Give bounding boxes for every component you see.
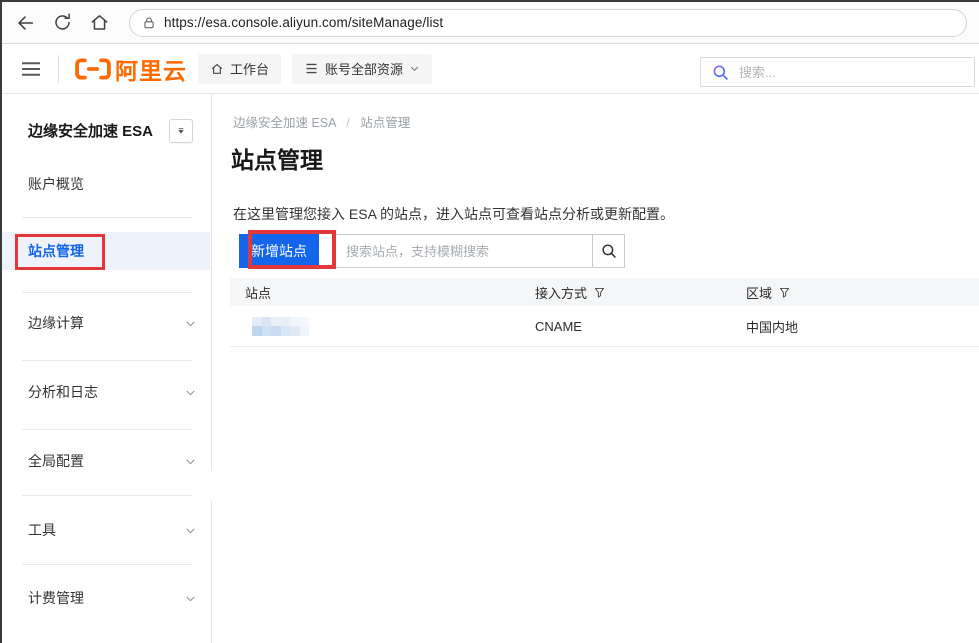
chevron-down-icon <box>184 386 197 399</box>
aliyun-logo-text: 阿里云 <box>115 52 187 86</box>
main-content: 边缘安全加速 ESA / 站点管理 站点管理 在这里管理您接入 ESA 的站点，… <box>212 94 979 643</box>
divider <box>22 495 192 496</box>
divider <box>22 564 192 565</box>
home-icon[interactable] <box>86 10 112 36</box>
back-icon[interactable] <box>12 10 38 36</box>
global-search-box[interactable] <box>700 57 975 87</box>
divider <box>22 217 192 218</box>
account-resources-label: 账号全部资源 <box>325 59 403 78</box>
sidebar-item-site-manage[interactable]: 站点管理 <box>2 232 210 270</box>
page-description: 在这里管理您接入 ESA 的站点，进入站点可查看站点分析或更新配置。 <box>233 204 674 224</box>
page-title: 站点管理 <box>231 141 323 175</box>
sidebar-group-label: 全局配置 <box>28 451 84 471</box>
column-header-region[interactable]: 区域 <box>731 283 979 302</box>
sidebar-group-label: 边缘计算 <box>28 313 84 333</box>
product-switcher-button[interactable] <box>169 119 193 143</box>
sidebar-group-label: 分析和日志 <box>28 382 98 402</box>
chevron-down-icon <box>184 524 197 537</box>
chevron-down-icon <box>184 455 197 468</box>
breadcrumb: 边缘安全加速 ESA / 站点管理 <box>233 112 410 131</box>
global-search-input[interactable] <box>739 65 964 80</box>
hamburger-menu-icon[interactable] <box>18 56 44 82</box>
chevron-down-icon <box>184 317 197 330</box>
url-text: https://esa.console.aliyun.com/siteManag… <box>164 15 443 30</box>
sidebar: 边缘安全加速 ESA 账户概览 站点管理 边缘计算 分析和日志 全局配置 工具 <box>2 94 212 643</box>
sidebar-group-label: 工具 <box>28 520 56 540</box>
browser-window: https://esa.console.aliyun.com/siteManag… <box>0 0 979 643</box>
caret-down-icon <box>176 126 186 136</box>
product-title: 边缘安全加速 ESA <box>28 121 153 143</box>
add-site-button[interactable]: 新增站点 <box>239 234 319 268</box>
sidebar-group-edge-compute[interactable]: 边缘计算 <box>28 313 197 333</box>
divider <box>22 360 192 361</box>
sidebar-group-analytics-logs[interactable]: 分析和日志 <box>28 382 197 402</box>
aliyun-logo[interactable]: 阿里云 <box>73 52 187 86</box>
account-resources-button[interactable]: 账号全部资源 <box>292 54 432 84</box>
divider <box>22 292 192 293</box>
aliyun-logo-mark <box>73 56 113 82</box>
sites-table: 站点 接入方式 区域 CNAME 中国内地 <box>230 278 979 347</box>
sidebar-group-billing[interactable]: 计费管理 <box>28 588 197 608</box>
lock-icon <box>142 16 156 30</box>
workbench-label: 工作台 <box>230 59 269 78</box>
site-search-input[interactable] <box>335 234 593 268</box>
resources-icon <box>304 61 319 76</box>
workbench-button[interactable]: 工作台 <box>198 54 281 84</box>
sidebar-item-site-manage-label: 站点管理 <box>28 232 84 270</box>
refresh-icon[interactable] <box>49 10 75 36</box>
sidebar-group-tools[interactable]: 工具 <box>28 520 197 540</box>
redacted-site-name <box>252 317 309 336</box>
sidebar-item-account-overview[interactable]: 账户概览 <box>28 174 84 194</box>
site-search-button[interactable] <box>592 234 625 268</box>
sidebar-group-global-config[interactable]: 全局配置 <box>28 451 197 471</box>
breadcrumb-esa[interactable]: 边缘安全加速 ESA <box>233 116 336 130</box>
cell-access-type: CNAME <box>520 319 731 334</box>
divider <box>58 55 59 83</box>
table-row[interactable]: CNAME 中国内地 <box>230 306 979 347</box>
filter-funnel-icon[interactable] <box>593 286 606 299</box>
table-header: 站点 接入方式 区域 <box>230 278 979 306</box>
breadcrumb-separator: / <box>346 116 349 130</box>
cell-region: 中国内地 <box>731 317 979 336</box>
filter-funnel-icon[interactable] <box>778 286 791 299</box>
search-icon <box>711 63 730 82</box>
browser-toolbar: https://esa.console.aliyun.com/siteManag… <box>2 2 979 44</box>
sidebar-group-label: 计费管理 <box>28 588 84 608</box>
search-icon <box>600 242 618 260</box>
column-header-site: 站点 <box>230 283 520 302</box>
url-bar[interactable]: https://esa.console.aliyun.com/siteManag… <box>129 9 967 37</box>
home-small-icon <box>210 62 224 76</box>
cell-site[interactable] <box>230 317 520 336</box>
column-header-access-type[interactable]: 接入方式 <box>520 283 731 302</box>
chevron-down-icon <box>409 63 420 74</box>
console-topnav: 阿里云 工作台 账号全部资源 <box>2 44 979 94</box>
breadcrumb-site-manage: 站点管理 <box>360 116 410 130</box>
column-header-label: 区域 <box>746 283 772 302</box>
chevron-down-icon <box>184 592 197 605</box>
divider <box>22 429 192 430</box>
column-header-label: 接入方式 <box>535 283 587 302</box>
